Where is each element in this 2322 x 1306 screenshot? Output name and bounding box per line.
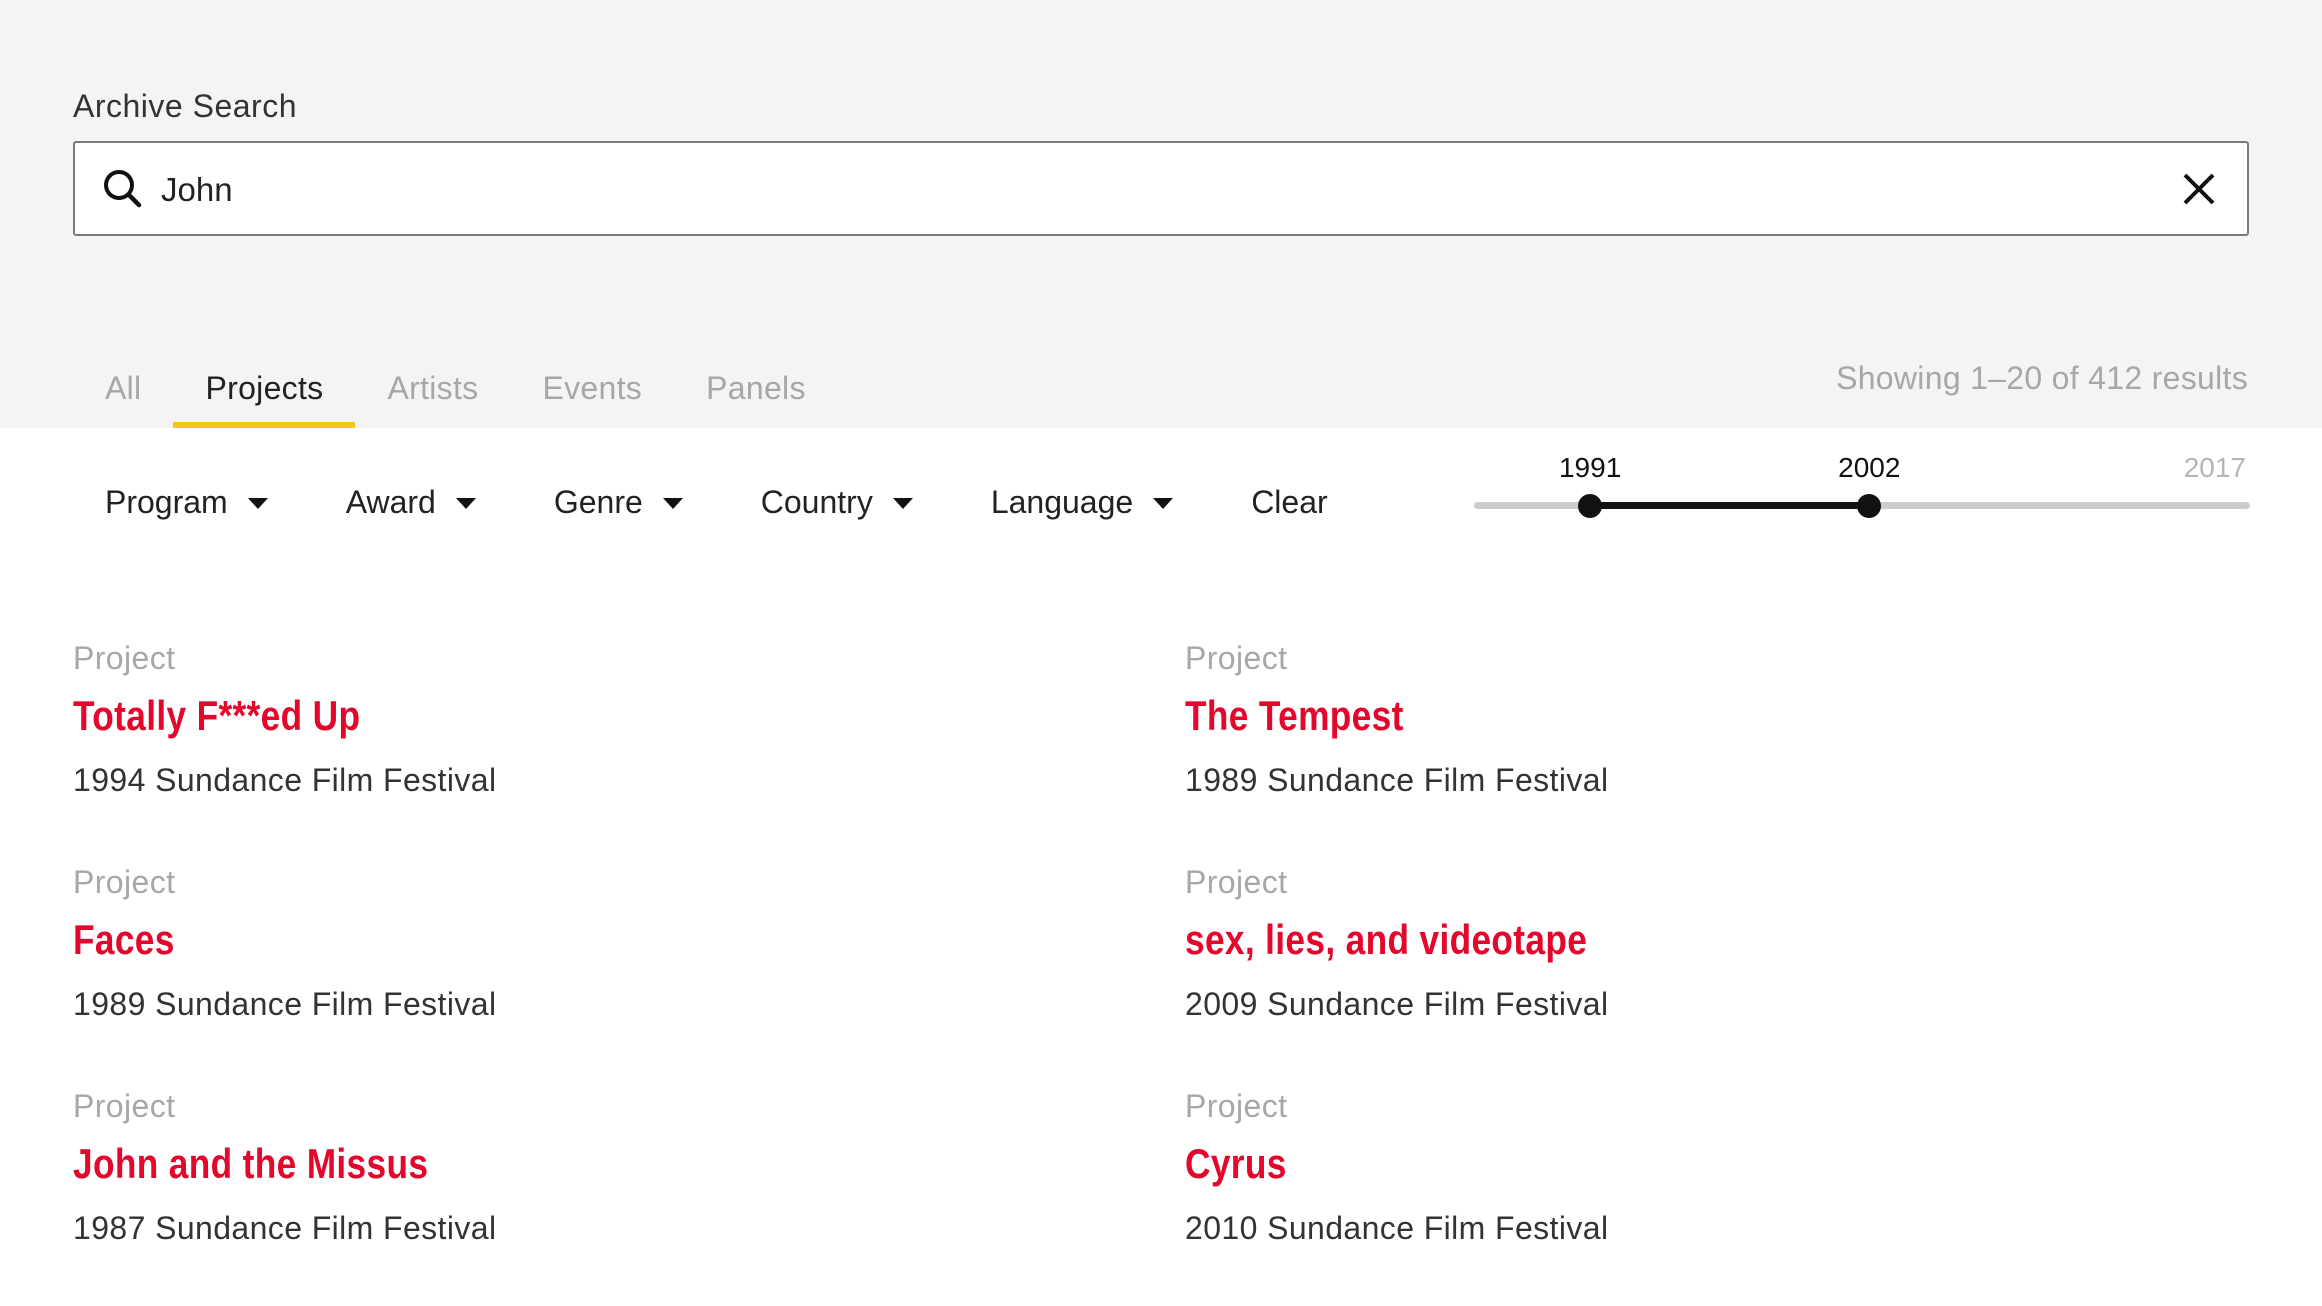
close-icon[interactable] xyxy=(2181,171,2217,207)
search-input-value[interactable]: John xyxy=(161,171,233,209)
result-title-link[interactable]: Totally F***ed Up xyxy=(73,692,360,762)
result-title-link[interactable]: The Tempest xyxy=(1185,692,1404,762)
result-title-link[interactable]: Faces xyxy=(73,916,175,986)
caret-down-icon xyxy=(247,497,268,509)
result-item: Project Totally F***ed Up 1994 Sundance … xyxy=(73,640,1185,864)
result-festival: 1989 Sundance Film Festival xyxy=(73,986,497,1022)
search-label: Archive Search xyxy=(73,88,297,124)
result-type-tabs: All Projects Artists Events Panels xyxy=(73,360,838,428)
genre-filter-label: Genre xyxy=(553,483,643,520)
award-filter-dropdown[interactable]: Award xyxy=(314,478,508,526)
result-item: Project Cyrus 2010 Sundance Film Festiva… xyxy=(1185,1088,2249,1306)
language-filter-label: Language xyxy=(990,483,1134,520)
result-type: Project xyxy=(73,640,176,676)
genre-filter-dropdown[interactable]: Genre xyxy=(522,478,715,526)
result-item: Project John and the Missus 1987 Sundanc… xyxy=(73,1088,1185,1306)
year-range-end-label: 2002 xyxy=(1838,452,1901,483)
result-festival: 1989 Sundance Film Festival xyxy=(1185,762,1609,798)
result-type: Project xyxy=(1185,864,1288,900)
country-filter-dropdown[interactable]: Country xyxy=(729,478,945,526)
filter-bar: Program Award Genre Country Language Cle… xyxy=(73,478,1360,526)
tab-artists[interactable]: Artists xyxy=(355,360,510,428)
search-input[interactable]: John xyxy=(73,141,2249,236)
result-type: Project xyxy=(1185,640,1288,676)
language-filter-dropdown[interactable]: Language xyxy=(959,478,1205,526)
results-grid: Project Totally F***ed Up 1994 Sundance … xyxy=(73,640,2249,1306)
caret-down-icon xyxy=(1153,497,1174,509)
result-type: Project xyxy=(1185,1088,1288,1124)
tab-panels[interactable]: Panels xyxy=(674,360,838,428)
country-filter-label: Country xyxy=(760,483,873,520)
search-icon xyxy=(104,170,142,208)
year-range-end-handle[interactable] xyxy=(1857,494,1882,518)
caret-down-icon xyxy=(892,497,913,509)
year-range-slider[interactable]: 1991 2002 2017 xyxy=(1474,450,2250,520)
result-item: Project Faces 1989 Sundance Film Festiva… xyxy=(73,864,1185,1088)
result-festival: 2009 Sundance Film Festival xyxy=(1185,986,1609,1022)
year-range-start-label: 1991 xyxy=(1558,452,1622,483)
tab-all[interactable]: All xyxy=(73,360,173,428)
tab-projects[interactable]: Projects xyxy=(173,360,356,428)
result-festival: 2010 Sundance Film Festival xyxy=(1185,1210,1609,1246)
result-item: Project The Tempest 1989 Sundance Film F… xyxy=(1185,640,2249,864)
tab-events[interactable]: Events xyxy=(510,360,674,428)
year-range-max-label: 2017 xyxy=(2183,452,2246,483)
result-item: Project sex, lies, and videotape 2009 Su… xyxy=(1185,864,2249,1088)
result-festival: 1994 Sundance Film Festival xyxy=(73,762,497,798)
result-count: Showing 1–20 of 412 results xyxy=(1836,360,2248,396)
award-filter-label: Award xyxy=(345,483,436,520)
result-title-link[interactable]: Cyrus xyxy=(1185,1140,1287,1210)
program-filter-dropdown[interactable]: Program xyxy=(73,478,300,526)
result-type: Project xyxy=(73,864,176,900)
caret-down-icon xyxy=(455,497,476,509)
result-type: Project xyxy=(73,1088,176,1124)
program-filter-label: Program xyxy=(105,483,228,520)
year-range-start-handle[interactable] xyxy=(1578,494,1603,518)
result-festival: 1987 Sundance Film Festival xyxy=(73,1210,497,1246)
year-range-selected xyxy=(1590,502,1870,509)
result-title-link[interactable]: sex, lies, and videotape xyxy=(1185,916,1587,986)
clear-filters-button[interactable]: Clear xyxy=(1219,478,1359,526)
caret-down-icon xyxy=(662,497,683,509)
result-title-link[interactable]: John and the Missus xyxy=(73,1140,428,1210)
